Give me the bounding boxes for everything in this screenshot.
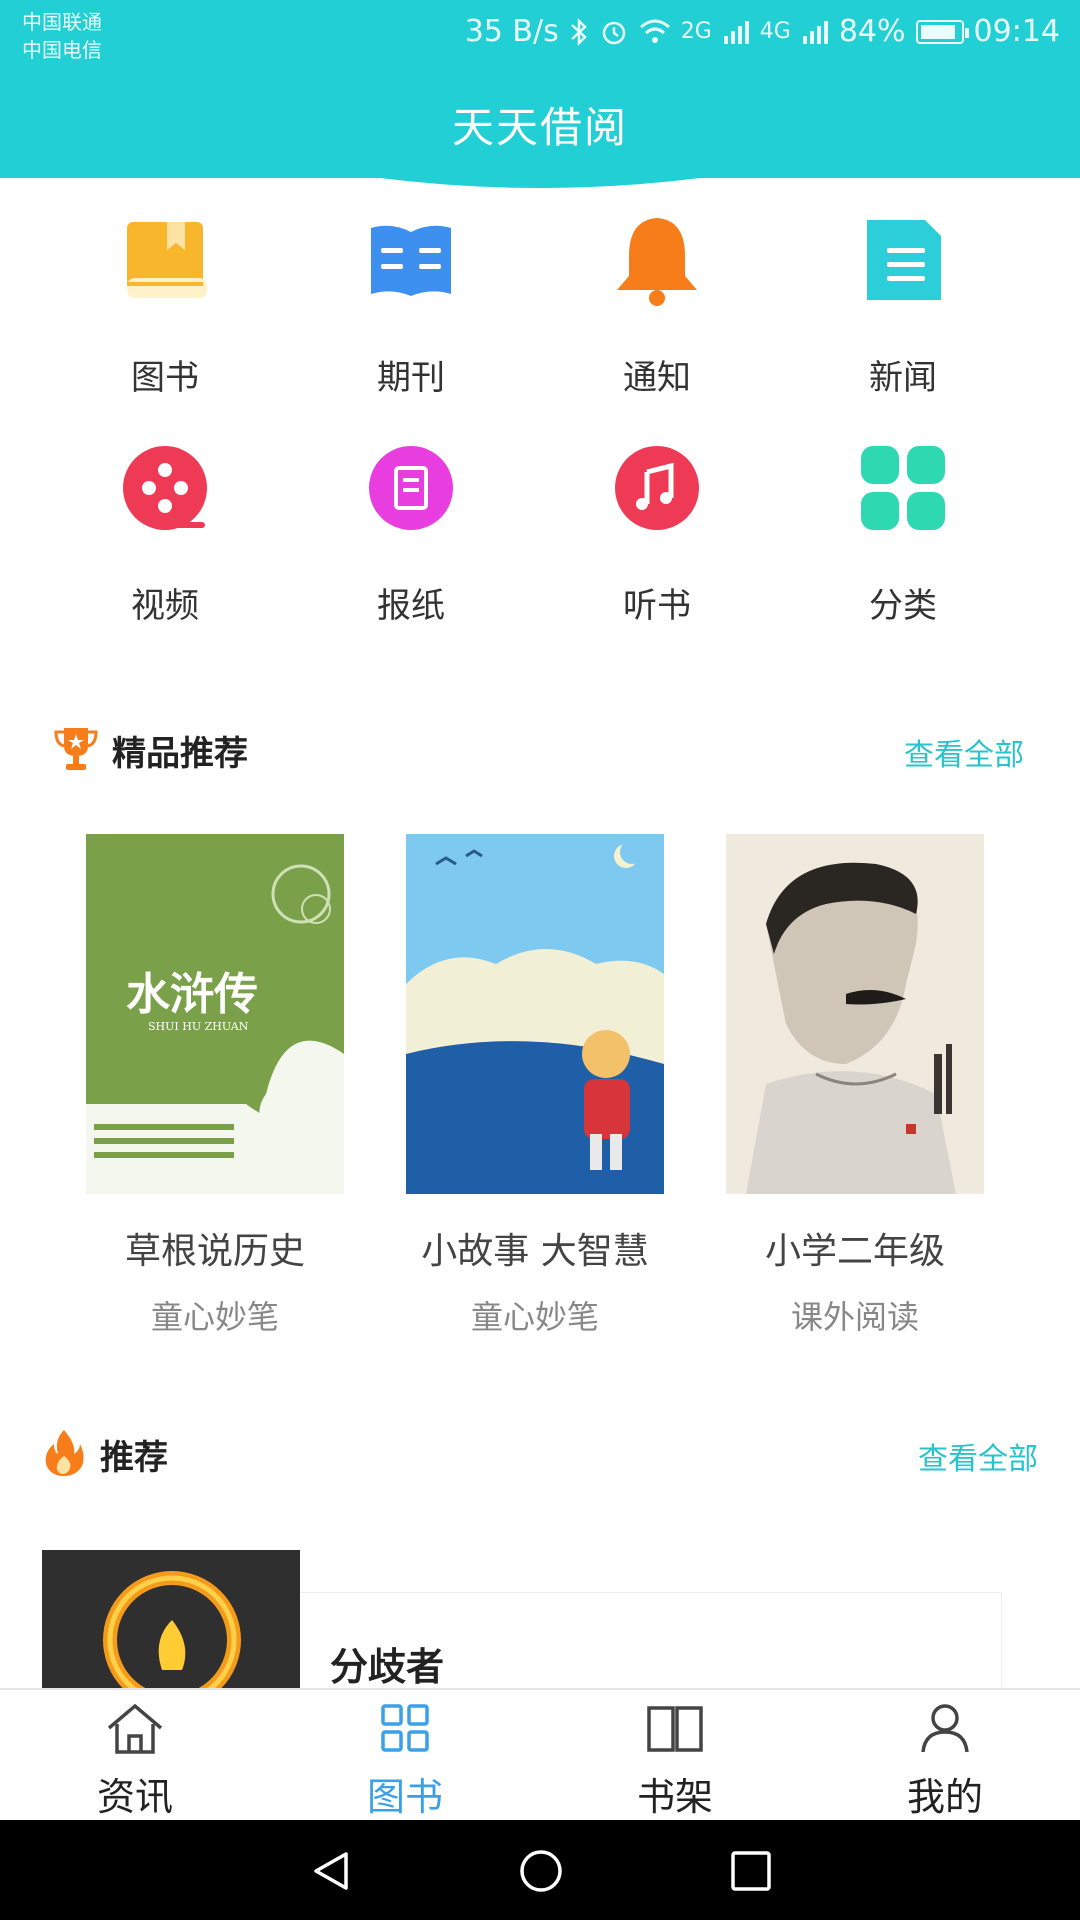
- open-book-icon: [647, 1706, 703, 1752]
- category-classify[interactable]: 分类: [780, 438, 1026, 627]
- featured-book[interactable]: 小故事 大智慧 童心妙笔: [406, 834, 664, 1338]
- battery-icon: [915, 19, 969, 44]
- category-audiobook[interactable]: 听书: [534, 438, 780, 627]
- cover-pinyin: SHUI HU ZHUAN: [148, 1020, 249, 1033]
- recommend-section-header: 推荐 查看全部: [0, 1424, 1080, 1484]
- category-journal[interactable]: 期刊: [288, 210, 534, 399]
- recommend-view-all-link[interactable]: 查看全部: [918, 1434, 1038, 1478]
- clock: 09:14: [973, 14, 1060, 49]
- recommend-title: 推荐: [100, 1438, 168, 1478]
- open-book-icon: [371, 225, 451, 296]
- category-label: 通知: [623, 358, 691, 398]
- category-label: 新闻: [869, 358, 937, 398]
- book-cover-art: [726, 834, 984, 1194]
- featured-section-header: 精品推荐 查看全部: [0, 720, 1080, 780]
- signal-tag-1: 2G: [680, 19, 712, 44]
- category-news[interactable]: 新闻: [780, 210, 1026, 399]
- category-notice[interactable]: 通知: [534, 210, 780, 399]
- book-title: 小学二年级: [764, 1231, 945, 1272]
- book-cover: [406, 834, 664, 1194]
- system-navigation-bar: [0, 1820, 1080, 1920]
- category-label: 视频: [131, 586, 199, 626]
- tab-mine[interactable]: 我的: [810, 1700, 1080, 1821]
- tab-bookshelf[interactable]: 书架: [540, 1700, 810, 1821]
- signal-tag-2: 4G: [759, 19, 791, 44]
- recommend-item[interactable]: [42, 1550, 1042, 1690]
- category-video[interactable]: 视频: [42, 438, 288, 627]
- bottom-tab-bar: 资讯 图书 书架 我的: [0, 1688, 1080, 1820]
- signal-icon-2: [802, 20, 828, 44]
- newspaper-icon: [369, 446, 453, 530]
- back-icon[interactable]: [308, 1848, 354, 1894]
- book-cover: 水浒传 SHUI HU ZHUAN: [86, 834, 344, 1194]
- tab-label: 资讯: [96, 1775, 173, 1819]
- category-label: 听书: [623, 586, 691, 626]
- tab-label: 图书: [366, 1775, 443, 1819]
- book-subtitle: 童心妙笔: [470, 1298, 599, 1336]
- trophy-icon: [54, 728, 98, 770]
- grid-icon: [381, 1704, 429, 1752]
- book-subtitle: 课外阅读: [790, 1298, 919, 1336]
- featured-book[interactable]: 小学二年级 课外阅读: [726, 834, 984, 1338]
- category-label: 分类: [869, 586, 937, 626]
- status-bar: 35 B/s 2G 4G 84% 09:14: [465, 14, 1060, 49]
- signal-icon: [723, 20, 749, 44]
- carrier-2: 中国电信: [22, 38, 102, 62]
- battery-percent: 84%: [838, 14, 906, 49]
- book-title: 小故事 大智慧: [421, 1231, 649, 1272]
- net-speed: 35 B/s: [464, 14, 559, 49]
- category-label: 报纸: [377, 586, 445, 626]
- recommend-cover-art: [42, 1550, 300, 1690]
- book-icon: [127, 222, 207, 298]
- recommend-book-title: 分歧者: [330, 1645, 445, 1689]
- tab-books[interactable]: 图书: [270, 1700, 540, 1821]
- tab-label: 书架: [636, 1775, 713, 1819]
- bluetooth-icon: [570, 17, 587, 46]
- music-note-icon: [615, 446, 699, 530]
- home-icon: [107, 1703, 163, 1754]
- category-label: 图书: [131, 358, 199, 398]
- person-icon: [921, 1704, 969, 1753]
- page-title: 天天借阅: [451, 103, 628, 152]
- book-title: 草根说历史: [124, 1231, 305, 1272]
- carrier-info: 中国联通 中国电信: [22, 8, 102, 64]
- recents-icon[interactable]: [728, 1848, 774, 1894]
- cover-title: 水浒传: [126, 969, 258, 1020]
- wifi-icon: [639, 19, 670, 43]
- bell-icon: [617, 218, 697, 306]
- featured-view-all-link[interactable]: 查看全部: [904, 730, 1024, 774]
- flame-icon: [45, 1430, 84, 1476]
- featured-book[interactable]: 水浒传 SHUI HU ZHUAN 草根说历史 童心妙笔: [86, 834, 344, 1338]
- featured-title: 精品推荐: [112, 734, 248, 774]
- grid-icon: [861, 446, 945, 530]
- category-book[interactable]: 图书: [42, 210, 288, 399]
- category-label: 期刊: [377, 358, 445, 398]
- book-subtitle: 童心妙笔: [150, 1298, 279, 1336]
- document-icon: [867, 220, 941, 300]
- film-reel-icon: [123, 446, 207, 530]
- tab-label: 我的: [906, 1775, 983, 1819]
- alarm-icon: [602, 21, 625, 44]
- book-cover-art: 水浒传 SHUI HU ZHUAN: [86, 834, 344, 1194]
- book-cover: [726, 834, 984, 1194]
- tab-news[interactable]: 资讯: [0, 1700, 270, 1821]
- recommend-cover: [42, 1550, 300, 1690]
- header-curve: [0, 150, 1080, 190]
- book-cover-art: [406, 834, 664, 1194]
- carrier-1: 中国联通: [22, 10, 102, 34]
- home-circle-icon[interactable]: [518, 1848, 564, 1894]
- category-newspaper[interactable]: 报纸: [288, 438, 534, 627]
